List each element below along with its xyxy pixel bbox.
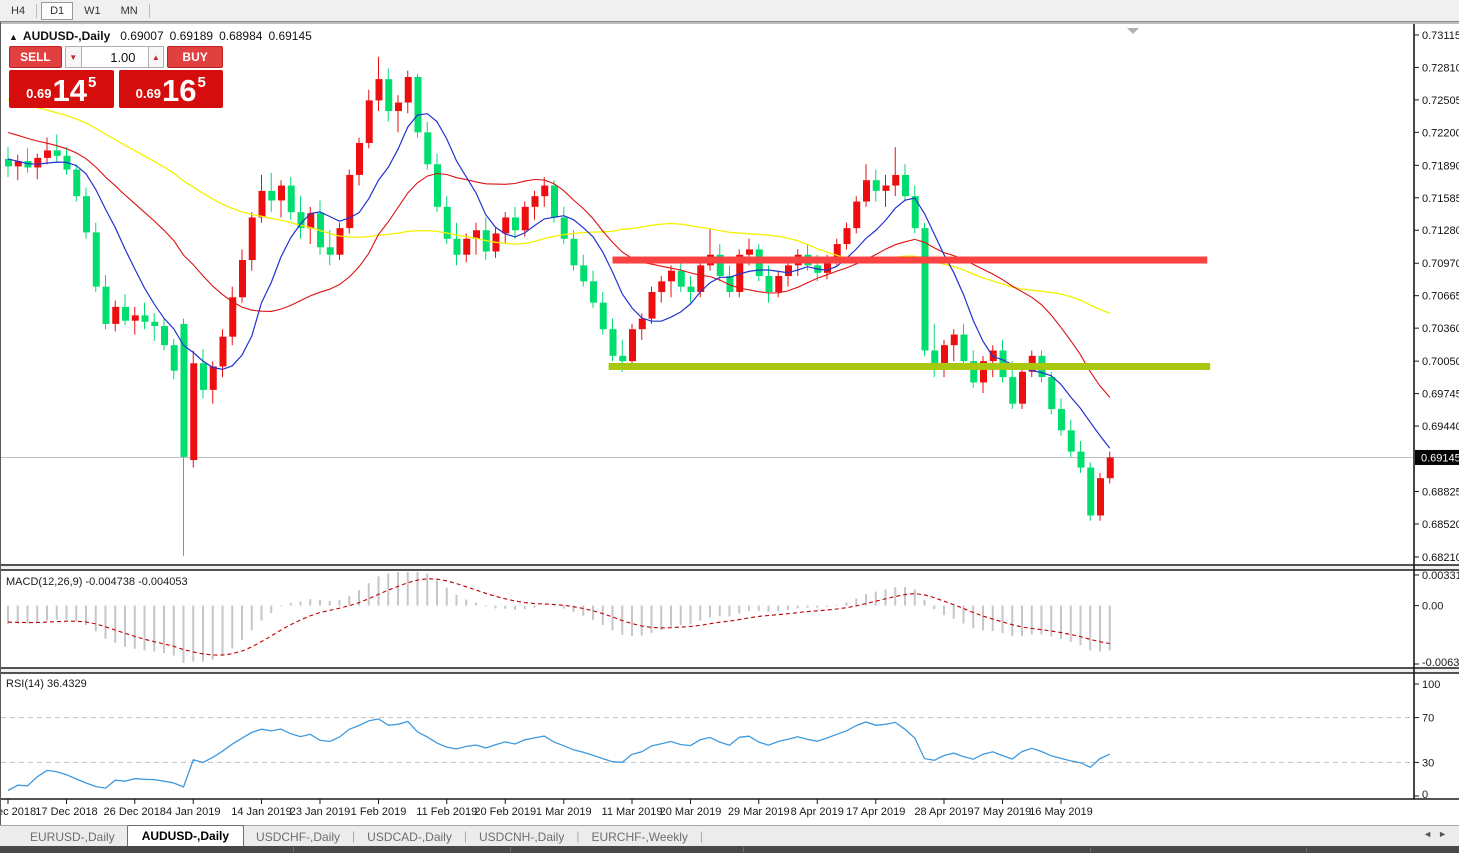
tab-separator: | (699, 829, 704, 843)
macd-axis-label: -0.006325 (1422, 657, 1459, 669)
buy-price-button[interactable]: 0.69 16 5 (118, 70, 223, 108)
volume-decrease-button[interactable]: ▼ (64, 46, 82, 68)
chart-tab-audusd[interactable]: AUDUSD-,Daily (126, 825, 245, 846)
date-axis-label: 20 Mar 2019 (660, 806, 722, 818)
price-axis-label: 0.73115 (1422, 30, 1459, 42)
date-axis-label: 4 Jan 2019 (166, 806, 220, 818)
price-axis-label: 0.71585 (1422, 193, 1459, 205)
date-axis-label: 1 Mar 2019 (536, 806, 592, 818)
date-axis-label: 11 Feb 2019 (416, 806, 477, 818)
timeframe-tab-w1[interactable]: W1 (75, 2, 110, 20)
resistance-line (612, 256, 1208, 264)
chart-tab-usdchf[interactable]: USDCHF-,Daily (244, 827, 352, 846)
date-axis-label: 1 Feb 2019 (351, 806, 407, 818)
date-axis-label: 28 Apr 2019 (914, 806, 973, 818)
candlestick-chart[interactable]: MACD(12,26,9) -0.004738 -0.004053 0.00331… (1, 22, 1459, 825)
buy-price-prefix: 0.69 (135, 86, 161, 101)
price-axis-label: 0.69745 (1422, 389, 1459, 401)
current-price-label: 0.69145 (1421, 452, 1459, 464)
sell-price-prefix: 0.69 (26, 86, 52, 101)
date-axis-label: 7 Dec 2018 (1, 806, 36, 818)
ohlc-high: 0.69189 (169, 29, 214, 43)
date-axis-label: 23 Jan 2019 (290, 806, 351, 818)
price-axis-label: 0.70665 (1422, 291, 1459, 303)
date-axis-label: 8 Apr 2019 (791, 806, 844, 818)
rsi-axis-label: 70 (1422, 713, 1434, 725)
timeframe-tab-d1[interactable]: D1 (41, 1, 74, 20)
collapse-panel-icon[interactable]: ▲ (9, 32, 18, 42)
price-axis-label: 0.69440 (1422, 421, 1459, 433)
buy-price-pips: 16 (161, 73, 197, 108)
rsi-axis-label: 30 (1422, 757, 1434, 769)
rsi-label: RSI(14) 36.4329 (6, 678, 87, 690)
price-axis-label: 0.68520 (1422, 519, 1459, 531)
price-axis-label: 0.72810 (1422, 62, 1459, 74)
ohlc-low: 0.68984 (219, 29, 263, 43)
price-axis-label: 0.71890 (1422, 160, 1459, 172)
price-axis-label: 0.68825 (1422, 487, 1459, 499)
chart-tab-usdcnh[interactable]: USDCNH-,Daily (467, 827, 576, 846)
chart-symbol-title: AUDUSD-,Daily (22, 29, 111, 43)
macd-axis-label: 0.00 (1422, 601, 1443, 613)
ohlc-open: 0.69007 (120, 29, 164, 43)
sell-price-button[interactable]: 0.69 14 5 (9, 70, 114, 108)
date-axis-label: 11 Mar 2019 (602, 806, 663, 818)
one-click-trading-panel: SELL ▼ ▲ BUY 0.69 14 5 0.69 16 5 (9, 46, 223, 108)
ohlc-close: 0.69145 (268, 29, 312, 43)
sell-button[interactable]: SELL (9, 46, 62, 68)
price-axis-label: 0.72200 (1422, 127, 1459, 139)
sell-price-pips: 14 (52, 73, 87, 108)
price-axis-label: 0.70970 (1422, 258, 1459, 270)
date-axis-label: 17 Dec 2018 (35, 806, 97, 818)
price-axis-label: 0.68210 (1422, 552, 1459, 564)
chart-tab-bar: EURUSD-,Daily AUDUSD-,Daily USDCHF-,Dail… (0, 825, 1459, 846)
sell-price-point: 5 (87, 74, 97, 91)
price-axis-label: 0.70050 (1422, 356, 1459, 368)
timeframe-toolbar: H4 D1 W1 MN (0, 0, 1459, 22)
rsi-axis-label: 100 (1422, 679, 1440, 691)
chart-tab-eurchf[interactable]: EURCHF-,Weekly (579, 827, 699, 846)
macd-label: MACD(12,26,9) -0.004738 -0.004053 (6, 576, 188, 588)
macd-axis-label: 0.003319 (1422, 570, 1459, 582)
support-line (608, 362, 1211, 370)
date-axis-label: 14 Jan 2019 (231, 806, 292, 818)
buy-price-point: 5 (197, 74, 206, 91)
timeframe-tab-h4[interactable]: H4 (2, 2, 34, 20)
toolbar-separator (148, 3, 150, 18)
volume-input[interactable] (81, 46, 148, 68)
taskbar-edge-strip (0, 846, 1459, 853)
timeframe-tab-mn[interactable]: MN (112, 2, 147, 20)
trading-platform-window: H4 D1 W1 MN MACD(12,26,9) -0.004738 -0.0… (0, 0, 1459, 853)
price-axis-label: 0.70360 (1422, 323, 1459, 335)
date-axis-label: 7 May 2019 (974, 806, 1031, 818)
tab-scroll-left-icon: ◄ (1423, 829, 1439, 839)
tab-scroll-right-icon: ► (1438, 829, 1453, 839)
price-axis-label: 0.71280 (1422, 225, 1459, 237)
date-axis-label: 20 Feb 2019 (474, 806, 536, 818)
volume-increase-button[interactable]: ▲ (147, 46, 165, 68)
toolbar-separator (36, 3, 38, 18)
chart-header: ▲ AUDUSD-,Daily 0.69007 0.69189 0.68984 0.691… (9, 29, 318, 43)
buy-button[interactable]: BUY (167, 46, 223, 68)
chart-tab-usdcad[interactable]: USDCAD-,Daily (355, 827, 464, 846)
date-axis-label: 16 May 2019 (1029, 806, 1093, 818)
tab-scroll-arrows[interactable]: ◄► (1423, 829, 1453, 839)
date-axis-label: 17 Apr 2019 (846, 806, 905, 818)
date-axis-label: 29 Mar 2019 (728, 806, 790, 818)
chart-tab-eurusd[interactable]: EURUSD-,Daily (18, 827, 127, 846)
chart-window: MACD(12,26,9) -0.004738 -0.004053 0.00331… (0, 22, 1459, 825)
date-axis-label: 26 Dec 2018 (104, 806, 166, 818)
price-axis-label: 0.72505 (1422, 95, 1459, 107)
